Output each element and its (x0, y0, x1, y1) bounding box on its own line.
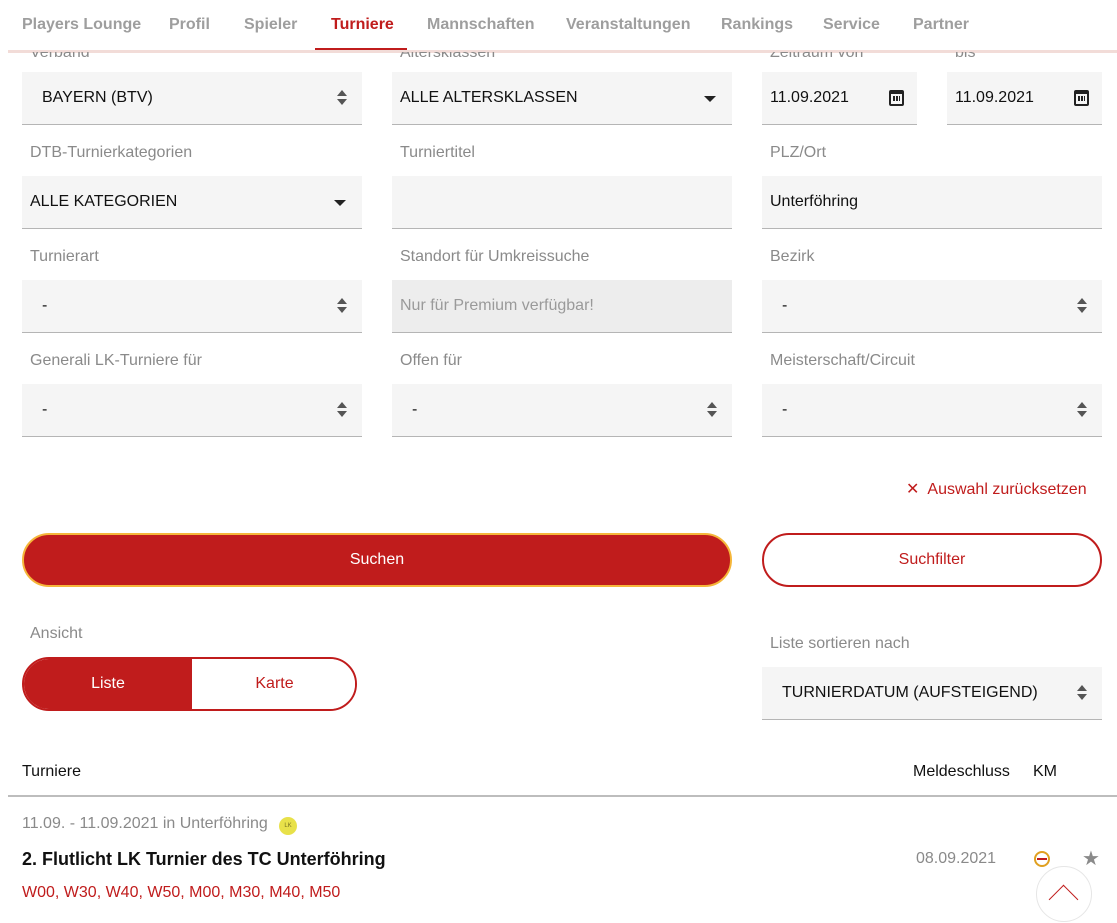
generali-icon (1034, 851, 1050, 867)
tournament-deadline: 08.09.2021 (916, 850, 997, 867)
sort-label: Liste sortieren nach (770, 635, 910, 652)
zeitraum-von-value: 11.09.2021 (770, 89, 849, 106)
nav-item-turniere[interactable]: Turniere (331, 16, 394, 34)
select-arrows-icon (707, 402, 717, 418)
nav-item-veranstaltungen[interactable]: Veranstaltungen (566, 16, 690, 34)
reset-selection-link[interactable]: ✕ Auswahl zurücksetzen (906, 479, 1087, 499)
standort-placeholder: Nur für Premium verfügbar! (400, 297, 594, 314)
view-toggle: Liste Karte (22, 657, 357, 711)
view-map-option[interactable]: Karte (192, 659, 355, 709)
calendar-icon[interactable] (889, 90, 904, 106)
sort-select[interactable]: TURNIERDATUM (AUFSTEIGEND) (762, 667, 1102, 720)
offen-fuer-label: Offen für (400, 352, 462, 369)
turniertitel-label: Turniertitel (400, 144, 475, 161)
nav-item-mannschaften[interactable]: Mannschaften (427, 16, 535, 34)
tournament-title[interactable]: 2. Flutlicht LK Turnier des TC Unterföhr… (22, 849, 386, 870)
nav-item-players-lounge[interactable]: Players Lounge (22, 16, 141, 34)
chevron-down-icon (334, 200, 346, 206)
column-header-km: KM (1033, 763, 1057, 780)
lk-turniere-label: Generali LK-Turniere für (30, 352, 202, 369)
zeitraum-von-label: Zeitraum von (770, 52, 863, 58)
plz-ort-input[interactable]: Unterföhring (762, 176, 1102, 229)
bezirk-value: - (782, 297, 788, 314)
meisterschaft-value: - (782, 401, 788, 418)
plz-ort-label: PLZ/Ort (770, 144, 827, 161)
column-header-meldeschluss: Meldeschluss (913, 763, 1010, 780)
nav-item-profil[interactable]: Profil (169, 16, 210, 34)
meisterschaft-label: Meisterschaft/Circuit (770, 352, 915, 369)
main-nav: Players Lounge Profil Spieler Turniere M… (0, 0, 1117, 53)
bis-label: bis (955, 52, 975, 58)
turnierart-label: Turnierart (30, 248, 99, 265)
standort-label: Standort für Umkreissuche (400, 248, 590, 265)
turnierart-select[interactable]: - (22, 280, 362, 333)
calendar-icon[interactable] (1074, 90, 1089, 106)
scroll-to-top-button[interactable] (1036, 866, 1092, 922)
table-divider (8, 795, 1117, 797)
sort-value: TURNIERDATUM (AUFSTEIGEND) (782, 684, 1038, 701)
standort-input: Nur für Premium verfügbar! (392, 280, 732, 333)
verband-value: BAYERN (BTV) (42, 89, 153, 106)
nav-item-service[interactable]: Service (823, 16, 880, 34)
nav-item-spieler[interactable]: Spieler (244, 16, 297, 34)
view-label: Ansicht (30, 625, 83, 642)
select-arrows-icon (1077, 402, 1087, 418)
view-list-option[interactable]: Liste (24, 659, 192, 709)
turnierart-value: - (42, 297, 48, 314)
bis-input[interactable]: 11.09.2021 (947, 72, 1102, 125)
altersklassen-select[interactable]: ALLE ALTERSKLASSEN (392, 72, 732, 125)
altersklassen-value: ALLE ALTERSKLASSEN (400, 89, 578, 106)
bezirk-select[interactable]: - (762, 280, 1102, 333)
lk-turniere-value: - (42, 401, 48, 418)
meisterschaft-select[interactable]: - (762, 384, 1102, 437)
altersklassen-label: Altersklassen (400, 52, 495, 58)
bezirk-label: Bezirk (770, 248, 815, 265)
bis-value: 11.09.2021 (955, 89, 1034, 106)
turniertitel-input[interactable] (392, 176, 732, 229)
column-header-turniere: Turniere (22, 763, 81, 780)
select-arrows-icon (337, 90, 347, 106)
nav-item-partner[interactable]: Partner (913, 16, 969, 34)
close-icon: ✕ (906, 481, 920, 498)
select-arrows-icon (1077, 685, 1087, 701)
verband-select[interactable]: BAYERN (BTV) (22, 72, 362, 125)
select-arrows-icon (337, 402, 347, 418)
search-filter-button[interactable]: Suchfilter (762, 533, 1102, 587)
nav-item-rankings[interactable]: Rankings (721, 16, 793, 34)
zeitraum-von-input[interactable]: 11.09.2021 (762, 72, 917, 125)
reset-label: Auswahl zurücksetzen (927, 481, 1087, 498)
select-arrows-icon (1077, 298, 1087, 314)
verband-label: Verband (30, 52, 90, 58)
plz-ort-value: Unterföhring (770, 193, 859, 210)
star-icon[interactable]: ★ (1082, 846, 1100, 871)
tournament-date-place: 11.09. - 11.09.2021 in Unterföhring (22, 815, 268, 832)
tournament-age-classes: W00, W30, W40, W50, M00, M30, M40, M50 (22, 884, 341, 901)
kategorien-label: DTB-Turnierkategorien (30, 144, 193, 161)
kategorien-select[interactable]: ALLE KATEGORIEN (22, 176, 362, 229)
lk-badge-icon: LK (279, 817, 297, 835)
kategorien-value: ALLE KATEGORIEN (30, 193, 178, 210)
offen-fuer-select[interactable]: - (392, 384, 732, 437)
select-arrows-icon (337, 298, 347, 314)
offen-fuer-value: - (412, 401, 418, 418)
chevron-down-icon (704, 96, 716, 102)
nav-divider (8, 50, 1117, 53)
search-button[interactable]: Suchen (22, 533, 732, 587)
lk-turniere-select[interactable]: - (22, 384, 362, 437)
